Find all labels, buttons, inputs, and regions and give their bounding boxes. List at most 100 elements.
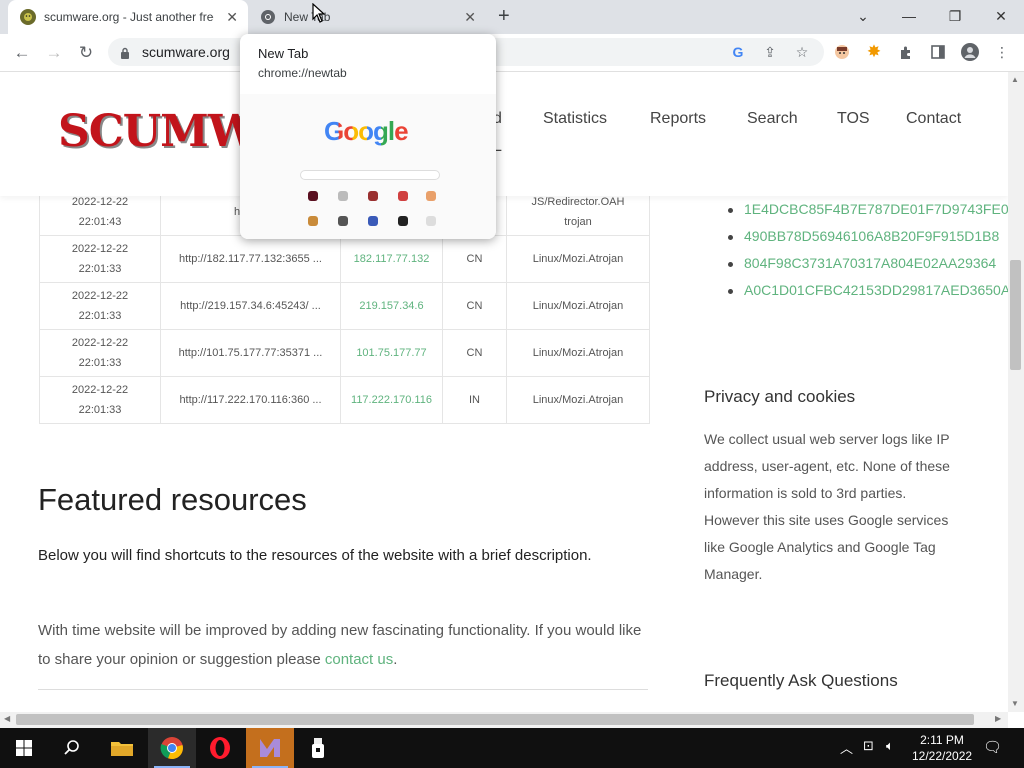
scumware-favicon-icon [20, 9, 36, 25]
preview-shortcut-icon [308, 216, 318, 226]
kebab-menu-icon[interactable]: ⋮ [992, 42, 1012, 62]
tab-search-icon[interactable]: ⌄ [840, 0, 886, 32]
hash-link[interactable]: A0C1D01CFBC42153DD29817AED3650A [744, 282, 1008, 298]
cell-ip[interactable]: 101.75.177.77 [356, 347, 426, 359]
bookmark-star-icon[interactable]: ☆ [792, 42, 812, 62]
sun-extension-icon[interactable]: ✸ [864, 42, 884, 62]
reload-icon[interactable]: ↻ [74, 42, 98, 64]
scroll-down-icon[interactable]: ▼ [1011, 699, 1019, 708]
cell-date: 2022-12-22 [71, 196, 129, 208]
tab-scumware[interactable]: scumware.org - Just another free ✕ [8, 0, 248, 34]
network-icon[interactable]: ⊡ [863, 738, 874, 754]
cell-date: 2022-12-22 [71, 290, 129, 302]
ip-cell[interactable]: 101.75.177.77 [340, 329, 443, 377]
taskbar-clock[interactable]: 2:11 PM 12/22/2022 [912, 732, 972, 764]
windows-start-icon[interactable] [0, 728, 48, 768]
windows-taskbar: ︿ ⊡ 🔈︎ 2:11 PM 12/22/2022 🗨︎ [0, 728, 1024, 768]
cell-url: http://182.117.77.132:3655 ... [179, 253, 322, 265]
url-cell: http://101.75.177.77:35371 ... [160, 329, 341, 377]
preview-shortcut-icon [368, 191, 378, 201]
hash-link[interactable]: 804F98C3731A70317A804E02AA29364 [744, 255, 996, 271]
country-cell: CN [442, 329, 507, 377]
ip-cell[interactable]: 117.222.170.116 [340, 376, 443, 424]
url-cell: http://117.222.170.116:360 ... [160, 376, 341, 424]
cell-url: http://117.222.170.116:360 ... [179, 394, 322, 406]
ip-cell[interactable]: 182.117.77.132 [340, 235, 443, 283]
country-cell: CN [442, 282, 507, 330]
cell-ip[interactable]: 117.222.170.116 [351, 394, 432, 406]
close-tab-icon[interactable]: ✕ [464, 9, 476, 25]
privacy-title: Privacy and cookies [704, 387, 856, 406]
url-cell: http://219.157.34.6:45243/ ... [160, 282, 341, 330]
hash-link[interactable]: 1E4DCBC85F4B7E787DE01F7D9743FE0 [744, 201, 1008, 217]
usb-drive-icon[interactable] [294, 728, 342, 768]
nav-item-contact[interactable]: Contact [906, 110, 961, 128]
preview-shortcut-icon [426, 191, 436, 201]
mouse-cursor-icon [312, 2, 326, 28]
cell-threat: Linux/Mozi.Atrojan [532, 347, 624, 359]
new-tab-button[interactable]: + [498, 5, 510, 28]
list-bullet [728, 262, 733, 267]
chrome-icon[interactable] [148, 728, 196, 768]
tray-chevron-icon[interactable]: ︿ [840, 738, 853, 757]
cell-url: http://219.157.34.6:45243/ ... [180, 300, 321, 312]
file-explorer-icon[interactable] [98, 728, 146, 768]
back-arrow-icon[interactable]: ← [10, 42, 34, 64]
featured-note-end: . [393, 651, 398, 668]
nav-item-tos[interactable]: TOS [837, 110, 870, 128]
vertical-scroll-thumb[interactable] [1010, 260, 1021, 370]
scroll-right-icon[interactable]: ▶ [995, 714, 1001, 723]
cell-time: 22:01:33 [78, 357, 122, 369]
hash-link[interactable]: 490BB78D56946106A8B20F9F915D1B8 [744, 228, 999, 244]
divider [38, 689, 648, 690]
contact-us-link[interactable]: contact us [325, 651, 393, 668]
scroll-left-icon[interactable]: ◀ [4, 714, 10, 723]
url-cell: http://182.117.77.132:3655 ... [160, 235, 341, 283]
country-cell: CN [442, 235, 507, 283]
country-cell: IN [442, 376, 507, 424]
volume-icon[interactable]: 🔈︎ [886, 738, 894, 754]
notifications-icon[interactable]: 🗨︎ [983, 738, 1002, 756]
lock-icon[interactable] [120, 46, 130, 64]
opera-icon[interactable] [196, 728, 244, 768]
cell-ip[interactable]: 219.157.34.6 [359, 300, 423, 312]
list-bullet [728, 208, 733, 213]
forward-arrow-icon[interactable]: → [42, 42, 66, 64]
visual-studio-icon[interactable] [246, 728, 294, 768]
minimize-button[interactable]: — [886, 0, 932, 32]
horizontal-scroll-thumb[interactable] [16, 714, 974, 725]
cell-country: IN [469, 394, 480, 406]
close-window-button[interactable]: ✕ [978, 0, 1024, 32]
featured-title: Featured resources [38, 482, 307, 517]
scroll-up-icon[interactable]: ▲ [1011, 75, 1019, 84]
profile-avatar-icon[interactable] [960, 42, 980, 62]
faq-title: Frequently Ask Questions [704, 671, 898, 690]
page-viewport: SCUMWARE d L Statistics Reports Search T… [0, 72, 1008, 712]
hover-card-preview: Google [240, 94, 496, 239]
search-icon[interactable] [48, 728, 96, 768]
site-header: SCUMWARE d L Statistics Reports Search T… [0, 72, 1008, 196]
cell-country: CN [466, 347, 483, 359]
privacy-text: We collect usual web server logs like IP… [704, 431, 950, 582]
google-translate-icon[interactable]: G [728, 42, 748, 62]
tab-new-tab[interactable]: New Tab ✕ [250, 0, 486, 34]
profile-extension-icon[interactable] [832, 42, 852, 62]
ip-cell[interactable]: 219.157.34.6 [340, 282, 443, 330]
side-panel-icon[interactable] [928, 42, 948, 62]
nav-item-statistics[interactable]: Statistics [543, 110, 607, 128]
restore-button[interactable]: ❐ [932, 0, 978, 32]
cell-threat: Linux/Mozi.Atrojan [532, 300, 624, 312]
share-icon[interactable]: ⇪ [760, 42, 780, 62]
cell-ip[interactable]: 182.117.77.132 [354, 253, 430, 265]
vertical-scrollbar[interactable] [1008, 72, 1024, 712]
cell-time: 22:01:33 [78, 404, 122, 416]
nav-item-reports[interactable]: Reports [650, 110, 706, 128]
list-bullet [728, 235, 733, 240]
preview-shortcut-icon [398, 216, 408, 226]
nav-item-search[interactable]: Search [747, 110, 798, 128]
extensions-puzzle-icon[interactable] [896, 42, 916, 62]
clock-date: 12/22/2022 [912, 749, 973, 763]
cell-time: 22:01:43 [78, 216, 122, 228]
preview-shortcut-icon [426, 216, 436, 226]
close-tab-icon[interactable]: ✕ [226, 9, 238, 25]
